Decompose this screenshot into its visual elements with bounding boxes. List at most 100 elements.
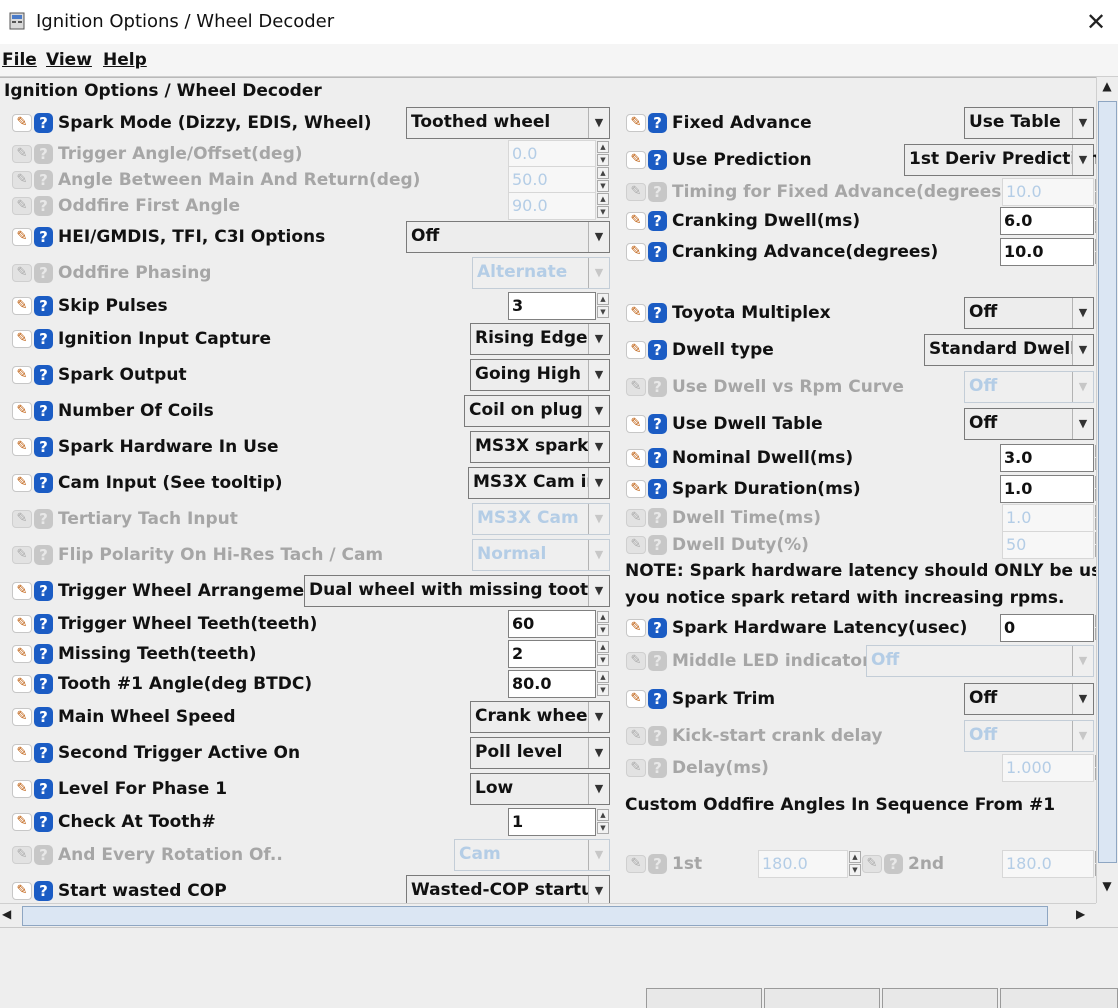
help-question-icon[interactable]: ?: [648, 150, 667, 170]
chevron-down-icon[interactable]: ▼: [588, 396, 609, 426]
help-question-icon[interactable]: ?: [648, 479, 667, 499]
bottom-button-2[interactable]: [764, 988, 880, 1008]
help-question-icon[interactable]: ?: [648, 377, 667, 397]
help-question-icon[interactable]: ?: [34, 743, 53, 763]
chevron-down-icon[interactable]: ▼: [588, 576, 609, 606]
cam-input-see-tooltip-select[interactable]: MS3X Cam in ▼: [468, 467, 610, 499]
scroll-down-arrow-icon[interactable]: ▼: [1097, 879, 1117, 897]
help-question-icon[interactable]: ?: [34, 437, 53, 457]
spin-down-icon[interactable]: ▼: [597, 822, 609, 834]
help-question-icon[interactable]: ?: [648, 414, 667, 434]
chevron-down-icon[interactable]: ▼: [588, 222, 609, 252]
pencil-edit-icon[interactable]: ✎: [12, 438, 32, 456]
bottom-button-4[interactable]: [1000, 988, 1118, 1008]
pencil-edit-icon[interactable]: ✎: [626, 855, 646, 873]
cranking-advance-degrees-input[interactable]: 10.0▲▼: [1000, 238, 1096, 266]
spinner-arrows[interactable]: ▲▼: [597, 611, 609, 637]
spin-up-icon[interactable]: ▲: [597, 671, 609, 683]
close-button[interactable]: ✕: [1082, 8, 1110, 36]
help-question-icon[interactable]: ?: [34, 707, 53, 727]
chevron-down-icon[interactable]: ▼: [588, 876, 609, 904]
help-question-icon[interactable]: ?: [34, 296, 53, 316]
help-question-icon[interactable]: ?: [34, 263, 53, 283]
pencil-edit-icon[interactable]: ✎: [626, 415, 646, 433]
spin-down-icon[interactable]: ▼: [597, 684, 609, 696]
chevron-down-icon[interactable]: ▼: [588, 468, 609, 498]
help-question-icon[interactable]: ?: [648, 758, 667, 778]
help-question-icon[interactable]: ?: [648, 535, 667, 555]
spark-output-select[interactable]: Going High ▼: [470, 359, 610, 391]
scroll-right-arrow-icon[interactable]: ▶: [1076, 907, 1092, 925]
help-question-icon[interactable]: ?: [34, 196, 53, 216]
spark-mode-dizzy-edis-wheel-select[interactable]: Toothed wheel ▼: [406, 107, 610, 139]
spinner-arrows[interactable]: ▲▼: [597, 641, 609, 667]
help-question-icon[interactable]: ?: [648, 113, 667, 133]
chevron-down-icon[interactable]: ▼: [588, 324, 609, 354]
pencil-edit-icon[interactable]: ✎: [12, 615, 32, 633]
spin-up-icon[interactable]: ▲: [597, 293, 609, 305]
pencil-edit-icon[interactable]: ✎: [12, 402, 32, 420]
main-wheel-speed-select[interactable]: Crank wheel ▼: [470, 701, 610, 733]
scroll-up-arrow-icon[interactable]: ▲: [1097, 79, 1117, 97]
help-question-icon[interactable]: ?: [34, 227, 53, 247]
help-question-icon[interactable]: ?: [34, 845, 53, 865]
bottom-button-3[interactable]: [882, 988, 998, 1008]
pencil-edit-icon[interactable]: ✎: [12, 474, 32, 492]
pencil-edit-icon[interactable]: ✎: [626, 341, 646, 359]
chevron-down-icon[interactable]: ▼: [588, 738, 609, 768]
help-question-icon[interactable]: ?: [34, 779, 53, 799]
chevron-down-icon[interactable]: ▼: [588, 360, 609, 390]
pencil-edit-icon[interactable]: ✎: [12, 510, 32, 528]
chevron-down-icon[interactable]: ▼: [588, 108, 609, 138]
horizontal-scrollbar[interactable]: ◀ ▶: [0, 903, 1096, 927]
spark-duration-ms-input[interactable]: 1.0▲▼: [1000, 475, 1096, 503]
pencil-edit-icon[interactable]: ✎: [626, 114, 646, 132]
help-question-icon[interactable]: ?: [34, 545, 53, 565]
pencil-edit-icon[interactable]: ✎: [862, 855, 882, 873]
help-question-icon[interactable]: ?: [648, 303, 667, 323]
help-question-icon[interactable]: ?: [648, 182, 667, 202]
pencil-edit-icon[interactable]: ✎: [626, 727, 646, 745]
pencil-edit-icon[interactable]: ✎: [626, 536, 646, 554]
pencil-edit-icon[interactable]: ✎: [12, 145, 32, 163]
pencil-edit-icon[interactable]: ✎: [12, 366, 32, 384]
chevron-down-icon[interactable]: ▼: [1072, 335, 1093, 365]
pencil-edit-icon[interactable]: ✎: [626, 480, 646, 498]
pencil-edit-icon[interactable]: ✎: [12, 197, 32, 215]
pencil-edit-icon[interactable]: ✎: [12, 582, 32, 600]
number-of-coils-select[interactable]: Coil on plug ▼: [464, 395, 610, 427]
pencil-edit-icon[interactable]: ✎: [626, 690, 646, 708]
level-for-phase-1-select[interactable]: Low ▼: [470, 773, 610, 805]
chevron-down-icon[interactable]: ▼: [1072, 684, 1093, 714]
spinner-arrows[interactable]: ▲▼: [597, 809, 609, 835]
pencil-edit-icon[interactable]: ✎: [626, 243, 646, 261]
help-question-icon[interactable]: ?: [34, 614, 53, 634]
trigger-wheel-arrangement-select[interactable]: Dual wheel with missing tooth ▼: [304, 575, 610, 607]
help-question-icon[interactable]: ?: [648, 726, 667, 746]
spin-up-icon[interactable]: ▲: [597, 809, 609, 821]
help-question-icon[interactable]: ?: [34, 113, 53, 133]
pencil-edit-icon[interactable]: ✎: [626, 652, 646, 670]
spark-hardware-latency-usec-input[interactable]: 0▲▼: [1000, 614, 1096, 642]
pencil-edit-icon[interactable]: ✎: [12, 330, 32, 348]
tooth-1-angle-deg-btdc-input[interactable]: 80.0 ▲ ▼: [508, 670, 609, 698]
pencil-edit-icon[interactable]: ✎: [12, 546, 32, 564]
start-wasted-cop-select[interactable]: Wasted-COP startup ▼: [406, 875, 610, 904]
chevron-down-icon[interactable]: ▼: [1072, 145, 1093, 175]
skip-pulses-input[interactable]: 3 ▲ ▼: [508, 292, 609, 320]
chevron-down-icon[interactable]: ▼: [1072, 409, 1093, 439]
spin-down-icon[interactable]: ▼: [597, 624, 609, 636]
horizontal-scroll-thumb[interactable]: [22, 906, 1048, 926]
pencil-edit-icon[interactable]: ✎: [12, 171, 32, 189]
pencil-edit-icon[interactable]: ✎: [626, 378, 646, 396]
spinner-arrows[interactable]: ▲▼: [597, 293, 609, 319]
help-question-icon[interactable]: ?: [34, 473, 53, 493]
menu-help[interactable]: Help: [103, 50, 147, 70]
pencil-edit-icon[interactable]: ✎: [12, 297, 32, 315]
help-question-icon[interactable]: ?: [34, 812, 53, 832]
nominal-dwell-ms-input[interactable]: 3.0▲▼: [1000, 444, 1096, 472]
help-question-icon[interactable]: ?: [34, 365, 53, 385]
help-question-icon[interactable]: ?: [34, 329, 53, 349]
missing-teeth-teeth-input[interactable]: 2 ▲ ▼: [508, 640, 609, 668]
help-question-icon[interactable]: ?: [34, 881, 53, 901]
